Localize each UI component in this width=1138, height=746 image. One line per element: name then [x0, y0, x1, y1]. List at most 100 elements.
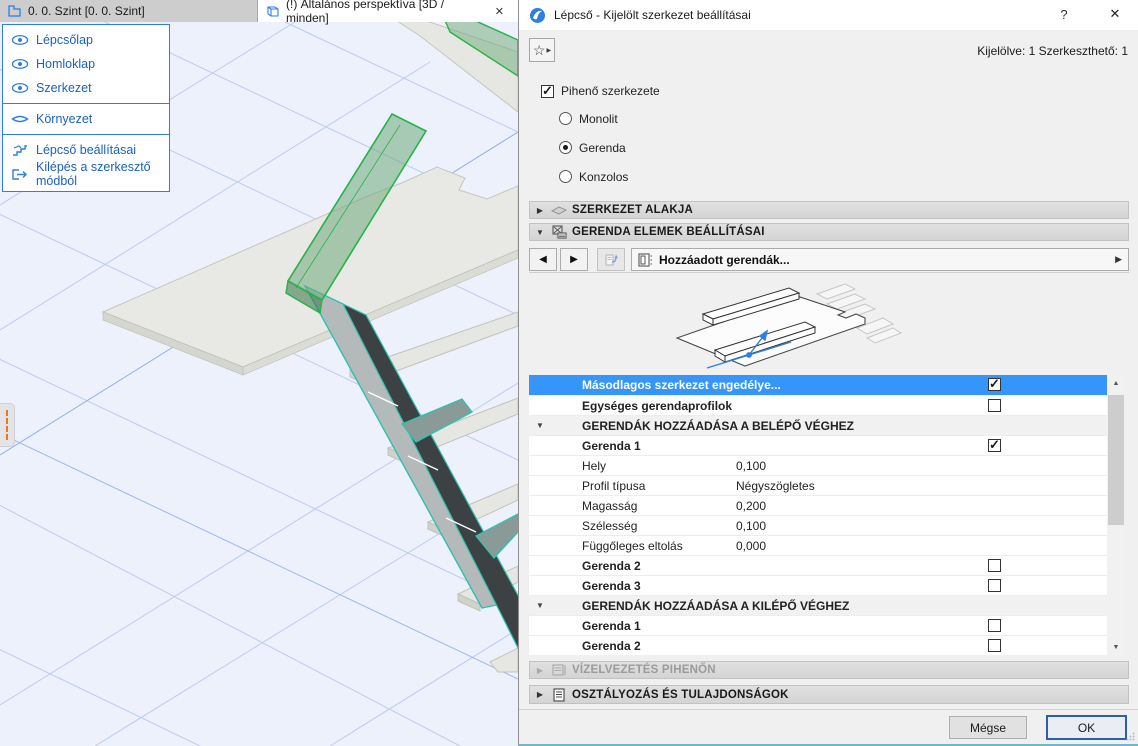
table-row[interactable]: Hely 0,100 — [529, 455, 1107, 475]
landing-structure-checkbox[interactable] — [541, 85, 554, 98]
beam-parameters-table: Másodlagos szerkezet engedélye... Egység… — [529, 375, 1125, 655]
tab-story-label: 0. 0. Szint [0. 0. Szint] — [28, 4, 145, 18]
table-row[interactable]: Gerenda 1 — [529, 435, 1107, 455]
tab-3d-perspective[interactable]: (!) Általános perspektíva [3D / minden] … — [258, 0, 518, 22]
palette-item-structure[interactable]: Szerkezet — [3, 76, 169, 100]
palette-item-label: Környezet — [36, 112, 92, 126]
row-name: Profil típusa — [551, 479, 645, 493]
tab-close-icon[interactable]: ✕ — [495, 5, 504, 18]
row-checkbox[interactable] — [988, 378, 1001, 391]
table-row[interactable]: Szélesség 0,100 — [529, 515, 1107, 535]
expand-caret-icon: ▼ — [530, 228, 550, 237]
next-page-button[interactable]: ▶ — [560, 248, 588, 271]
stair-edit-palette: Lépcsőlap Homloklap Szerkezet — [2, 24, 170, 192]
palette-item-risers[interactable]: Homloklap — [3, 52, 169, 76]
row-checkbox[interactable] — [988, 559, 1001, 572]
favorites-button[interactable]: ☆ ▶ — [529, 38, 555, 62]
row-value[interactable]: 0,100 — [736, 459, 766, 473]
resize-grip[interactable] — [1126, 732, 1135, 741]
group-caret-icon: ▼ — [529, 601, 551, 610]
table-row[interactable]: Gerenda 2 — [529, 635, 1107, 655]
table-row[interactable]: Gerenda 2 — [529, 555, 1107, 575]
palette-item-label: Lépcsőlap — [36, 33, 93, 47]
eye-open-icon — [11, 82, 29, 94]
table-row[interactable]: Függőleges eltolás 0,000 — [529, 535, 1107, 555]
row-checkbox[interactable] — [988, 639, 1001, 652]
structure-type-radio-group: Monolit Gerenda Konzolos — [559, 104, 628, 191]
tab-story[interactable]: 0. 0. Szint [0. 0. Szint] — [0, 0, 258, 22]
row-name: Magasság — [551, 499, 637, 513]
dialog-titlebar[interactable]: Lépcső - Kijelölt szerkezet beállításai … — [519, 0, 1138, 30]
footer-separator — [519, 709, 1138, 710]
row-value[interactable]: 0,000 — [736, 539, 766, 553]
cancel-button[interactable]: Mégse — [949, 716, 1027, 739]
row-name: Gerenda 1 — [551, 619, 641, 633]
table-row[interactable]: Magasság 0,200 — [529, 495, 1107, 515]
scroll-down-icon[interactable]: ▼ — [1107, 639, 1125, 655]
palette-item-exit-edit-mode[interactable]: Kilépés a szerkesztő módból — [3, 162, 169, 186]
table-row[interactable]: Gerenda 3 — [529, 575, 1107, 595]
row-value[interactable]: 0,100 — [736, 519, 766, 533]
beam-page-dropdown[interactable]: Hozzáadott gerendák... ▶ — [631, 248, 1129, 271]
dropdown-caret-icon: ▶ — [1115, 254, 1122, 265]
dialog-close-button[interactable]: ✕ — [1106, 6, 1124, 22]
table-row[interactable]: Profil típusa Négyszögletes — [529, 475, 1107, 495]
section-drainage: ▶ VÍZELVEZETÉS PIHENŐN — [529, 661, 1129, 679]
copy-settings-icon — [604, 253, 618, 267]
table-row[interactable]: Egységes gerendaprofilok — [529, 395, 1107, 415]
row-checkbox[interactable] — [988, 399, 1001, 412]
section-beam-elements[interactable]: ▼ GERENDA ELEMEK BEÁLLÍTÁSAI — [529, 223, 1129, 241]
table-scrollbar[interactable]: ▲ ▼ — [1107, 375, 1125, 655]
section-label: VÍZELVEZETÉS PIHENŐN — [572, 664, 716, 676]
ok-button[interactable]: OK — [1046, 715, 1127, 740]
row-checkbox[interactable] — [988, 439, 1001, 452]
section-structure-shape[interactable]: ▶ SZERKEZET ALAKJA — [529, 201, 1129, 219]
palette-item-environment[interactable]: Környezet — [3, 107, 169, 131]
radio-circle[interactable] — [559, 112, 572, 125]
radio-monolit[interactable]: Monolit — [559, 104, 628, 133]
group-name: GERENDÁK HOZZÁADÁSA A KILÉPŐ VÉGHEZ — [551, 599, 849, 613]
radio-label: Konzolos — [579, 170, 628, 184]
viewport-3d[interactable]: 0. 0. Szint [0. 0. Szint] (!) Általános … — [0, 0, 518, 746]
radio-circle[interactable] — [559, 141, 572, 154]
row-checkbox[interactable] — [988, 579, 1001, 592]
section-label: OSZTÁLYOZÁS ÉS TULAJDONSÁGOK — [572, 689, 789, 701]
palette-item-label: Szerkezet — [36, 81, 92, 95]
dialog-title: Lépcső - Kijelölt szerkezet beállításai — [554, 8, 751, 22]
table-group-row[interactable]: ▼ GERENDÁK HOZZÁADÁSA A BELÉPŐ VÉGHEZ — [529, 415, 1107, 435]
help-button[interactable]: ? — [1056, 7, 1072, 22]
section-label: SZERKEZET ALAKJA — [572, 204, 693, 216]
palette-item-label: Lépcső beállításai — [36, 143, 136, 157]
scroll-up-icon[interactable]: ▲ — [1107, 375, 1125, 391]
row-name: Gerenda 3 — [551, 579, 641, 593]
stair-structure-settings-dialog: Lépcső - Kijelölt szerkezet beállításai … — [518, 0, 1138, 746]
landing-structure-checkbox-row[interactable]: Pihenő szerkezete — [541, 84, 660, 98]
radio-label: Monolit — [579, 112, 618, 126]
row-name: Gerenda 2 — [551, 639, 641, 653]
row-value[interactable]: 0,200 — [736, 499, 766, 513]
caret-right-icon: ▶ — [570, 254, 578, 265]
row-value[interactable]: Négyszögletes — [736, 479, 815, 493]
table-row[interactable]: Másodlagos szerkezet engedélye... — [529, 375, 1107, 395]
collapsed-panel-handle[interactable] — [0, 403, 15, 447]
transfer-settings-button[interactable] — [597, 248, 625, 271]
section-classification[interactable]: ▶ OSZTÁLYOZÁS ÉS TULAJDONSÁGOK — [529, 685, 1129, 704]
row-checkbox[interactable] — [988, 619, 1001, 632]
prev-page-button[interactable]: ◀ — [529, 248, 557, 271]
section-label: GERENDA ELEMEK BEÁLLÍTÁSAI — [572, 226, 765, 238]
3d-box-icon — [266, 5, 280, 18]
story-icon — [8, 5, 22, 18]
row-name: Gerenda 1 — [551, 439, 641, 453]
palette-item-stair-settings[interactable]: Lépcső beállításai — [3, 138, 169, 162]
radio-label: Gerenda — [579, 141, 626, 155]
radio-circle[interactable] — [559, 170, 572, 183]
table-group-row[interactable]: ▼ GERENDÁK HOZZÁADÁSA A KILÉPŐ VÉGHEZ — [529, 595, 1107, 615]
stair-settings-icon — [11, 144, 29, 157]
palette-item-label: Kilépés a szerkesztő módból — [36, 160, 161, 188]
palette-item-treads[interactable]: Lépcsőlap — [3, 28, 169, 52]
table-row[interactable]: Gerenda 1 — [529, 615, 1107, 635]
radio-konzolos[interactable]: Konzolos — [559, 162, 628, 191]
scrollbar-thumb[interactable] — [1108, 395, 1124, 525]
eye-open-icon — [11, 34, 29, 46]
radio-gerenda[interactable]: Gerenda — [559, 133, 628, 162]
